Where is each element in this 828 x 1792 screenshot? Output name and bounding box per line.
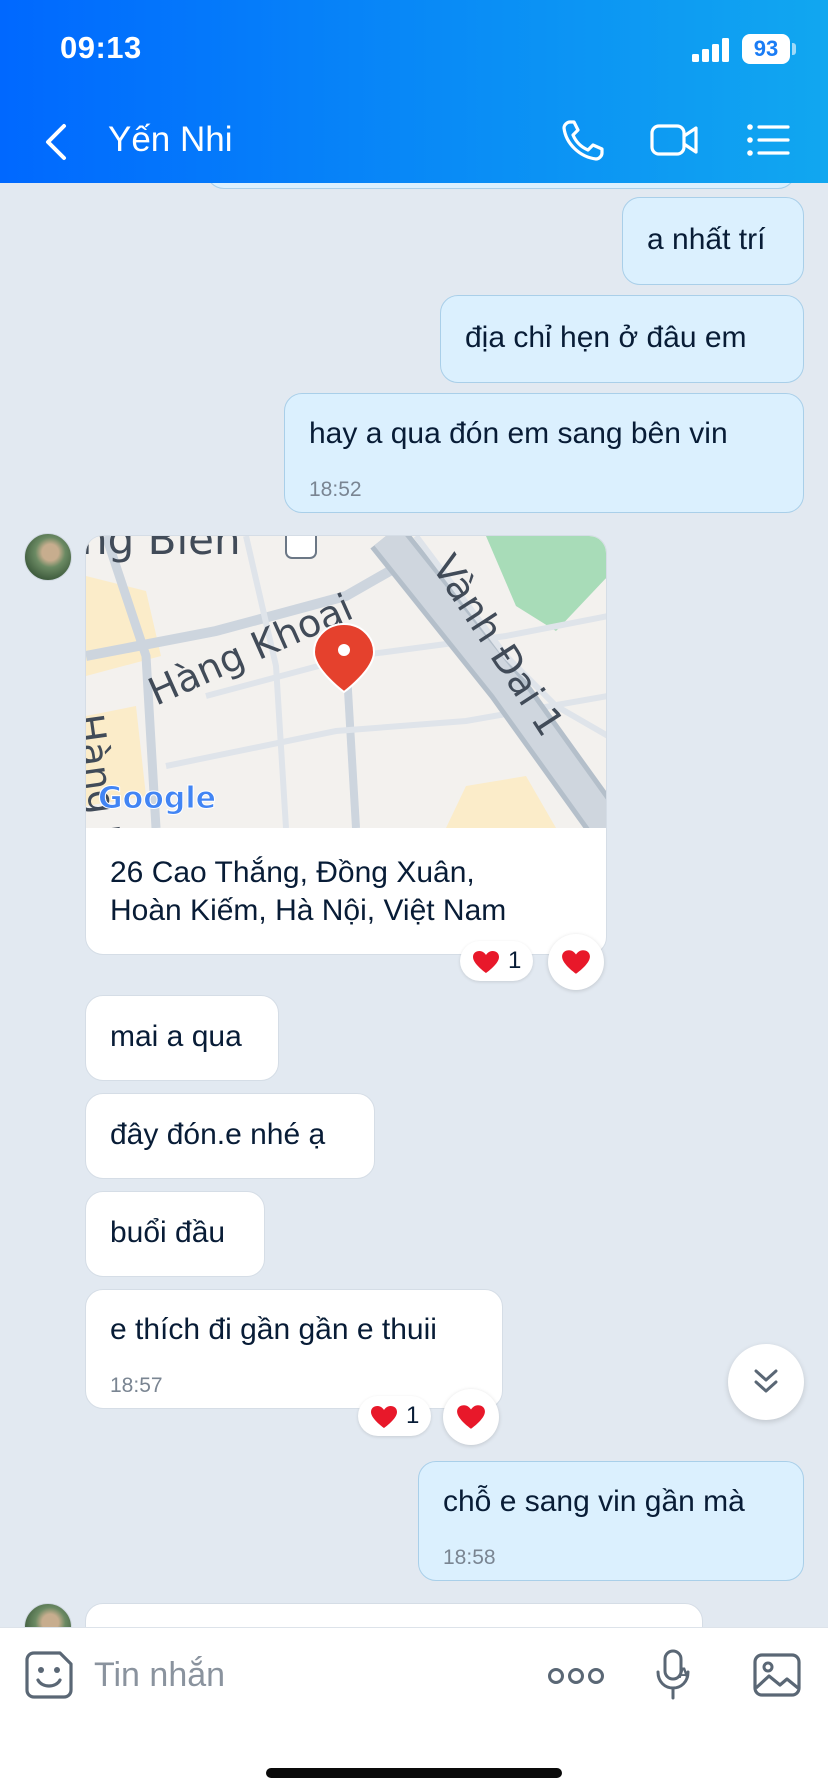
- message-text: mai a qua: [110, 1020, 242, 1053]
- reaction-summary[interactable]: 1: [460, 941, 534, 981]
- location-card[interactable]: ng Biên Hàng Khoai Vành Đai 1 Hàng L Goo…: [85, 535, 607, 955]
- image-gallery-icon[interactable]: [752, 1652, 802, 1698]
- message-bubble[interactable]: a nhất trí: [622, 197, 804, 285]
- message-text: chỗ e sang vin gần mà: [443, 1485, 745, 1518]
- avatar[interactable]: [24, 1603, 72, 1627]
- address-line-2: Hoàn Kiếm, Hà Nội, Việt Nam: [110, 894, 507, 927]
- message-text: hay a qua đón em sang bên vin: [309, 417, 728, 450]
- message-bubble[interactable]: hay a qua đón em sang bên vin 18:52: [284, 393, 804, 513]
- message-bubble[interactable]: chỗ e sang vin gần mà 18:58: [418, 1461, 804, 1581]
- contact-name[interactable]: Yến Nhi: [108, 120, 233, 160]
- battery-tip: [792, 43, 796, 55]
- message-bubble[interactable]: buổi đầu: [85, 1191, 265, 1277]
- map-preview[interactable]: ng Biên Hàng Khoai Vành Đai 1 Hàng L Goo…: [86, 536, 606, 828]
- message-bubble-partial[interactable]: [85, 1603, 703, 1627]
- map-label-street-top: ng Biên: [86, 536, 241, 564]
- status-time: 09:13: [60, 30, 142, 65]
- message-bubble[interactable]: e thích đi gần gần e thuii 18:57: [85, 1289, 503, 1409]
- message-timestamp: 18:57: [110, 1374, 163, 1397]
- chevron-double-down-icon: [754, 1369, 778, 1393]
- message-bubble[interactable]: mai a qua: [85, 995, 279, 1081]
- heart-icon: [562, 950, 590, 974]
- heart-icon: [457, 1405, 485, 1429]
- react-button[interactable]: [443, 1389, 499, 1445]
- chat-header: 09:13 93 Yến Nhi: [0, 0, 828, 183]
- message-bubble-partial[interactable]: [206, 183, 796, 189]
- back-arrow-icon[interactable]: [38, 118, 78, 166]
- home-indicator: [266, 1768, 562, 1778]
- message-input[interactable]: Tin nhắn: [94, 1656, 225, 1695]
- signal-icon: [692, 38, 729, 62]
- reaction-count: 1: [508, 947, 522, 974]
- message-composer: Tin nhắn A: [0, 1627, 828, 1792]
- reaction-summary[interactable]: 1: [358, 1396, 432, 1436]
- reaction-count: 1: [406, 1402, 420, 1429]
- message-list[interactable]: a nhất trí địa chỉ hẹn ở đâu em hay a qu…: [0, 183, 828, 1627]
- phone-icon[interactable]: [558, 116, 610, 164]
- message-text: buổi đầu: [110, 1216, 226, 1249]
- message-text: a nhất trí: [647, 223, 766, 256]
- more-options-icon[interactable]: [548, 1664, 604, 1688]
- message-text: địa chỉ hẹn ở đâu em: [465, 321, 747, 354]
- message-text: đây đón.e nhé ạ: [110, 1118, 326, 1151]
- heart-icon: [473, 951, 499, 973]
- list-menu-icon[interactable]: [744, 116, 796, 164]
- address-line-1: 26 Cao Thắng, Đồng Xuân,: [110, 856, 475, 889]
- microphone-icon[interactable]: A: [654, 1648, 694, 1702]
- react-button[interactable]: [548, 934, 604, 990]
- message-bubble[interactable]: đây đón.e nhé ạ: [85, 1093, 375, 1179]
- message-text: e thích đi gần gần e thuii: [110, 1313, 437, 1346]
- avatar[interactable]: [24, 533, 72, 581]
- location-address: 26 Cao Thắng, Đồng Xuân, Hoàn Kiếm, Hà N…: [110, 854, 506, 930]
- google-logo: Google: [98, 781, 216, 816]
- scroll-to-bottom-button[interactable]: [728, 1344, 804, 1420]
- message-bubble[interactable]: địa chỉ hẹn ở đâu em: [440, 295, 804, 383]
- message-timestamp: 18:52: [309, 478, 362, 501]
- svg-text:A: A: [678, 1666, 689, 1682]
- video-camera-icon[interactable]: [648, 116, 700, 164]
- battery-icon: 93: [742, 34, 790, 64]
- map-drawing: ng Biên Hàng Khoai Vành Đai 1 Hàng L Goo…: [86, 536, 606, 828]
- message-timestamp: 18:58: [443, 1546, 496, 1569]
- heart-icon: [371, 1406, 397, 1428]
- emoji-sticker-icon[interactable]: [24, 1650, 74, 1700]
